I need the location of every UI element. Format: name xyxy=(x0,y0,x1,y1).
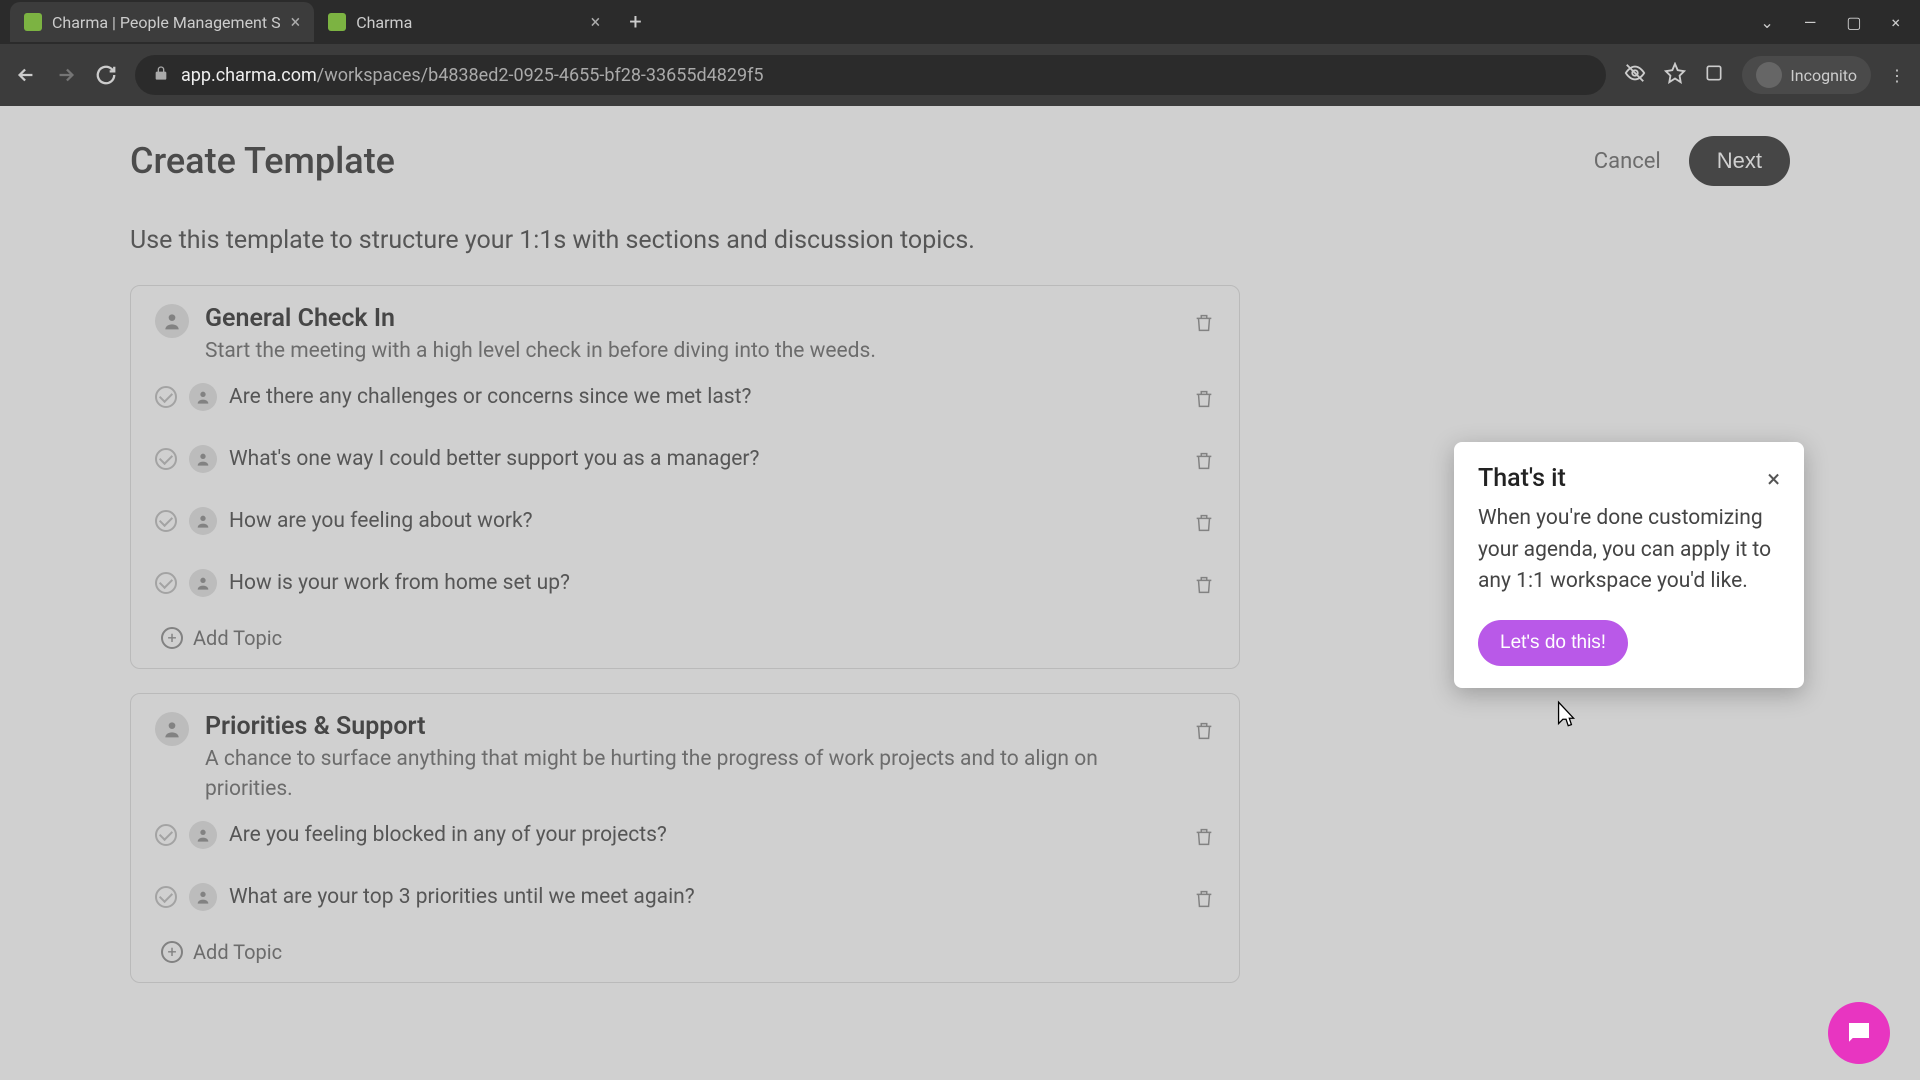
back-icon[interactable] xyxy=(15,64,37,86)
lets-do-this-button[interactable]: Let's do this! xyxy=(1478,620,1628,666)
address-bar: app.charma.com/workspaces/b4838ed2-0925-… xyxy=(0,44,1920,106)
maximize-icon[interactable]: ▢ xyxy=(1846,13,1861,32)
forward-icon[interactable] xyxy=(55,64,77,86)
close-icon[interactable]: × xyxy=(291,12,301,33)
favicon-icon xyxy=(328,13,346,31)
incognito-label: Incognito xyxy=(1790,66,1857,85)
browser-chrome: Charma | People Management S × Charma × … xyxy=(0,0,1920,106)
close-icon[interactable]: × xyxy=(1767,465,1780,493)
chat-fab-button[interactable] xyxy=(1828,1002,1890,1064)
tab-bar: Charma | People Management S × Charma × … xyxy=(0,0,1920,44)
tab-title: Charma xyxy=(356,13,412,32)
popover-body: When you're done customizing your agenda… xyxy=(1478,503,1780,598)
reload-icon[interactable] xyxy=(95,64,117,86)
close-icon[interactable]: × xyxy=(591,12,601,33)
browser-tab-0[interactable]: Charma | People Management S × xyxy=(10,2,314,42)
lock-icon xyxy=(153,65,169,86)
menu-icon[interactable]: ⋮ xyxy=(1889,66,1905,85)
window-controls: ⌄ — ▢ × xyxy=(1760,13,1920,32)
incognito-badge[interactable]: Incognito xyxy=(1742,56,1871,94)
popover-title: That's it xyxy=(1478,464,1566,493)
page: Create Template Cancel Next Use this tem… xyxy=(0,106,1920,1080)
new-tab-button[interactable]: + xyxy=(614,10,656,35)
onboarding-popover: That's it × When you're done customizing… xyxy=(1454,442,1804,688)
url-host: app.charma.com xyxy=(181,65,317,86)
url-field[interactable]: app.charma.com/workspaces/b4838ed2-0925-… xyxy=(135,55,1606,95)
eye-off-icon[interactable] xyxy=(1624,62,1646,88)
incognito-icon xyxy=(1756,62,1782,88)
minimize-icon[interactable]: — xyxy=(1804,13,1817,32)
tab-title: Charma | People Management S xyxy=(52,13,281,32)
tab-search-icon[interactable]: ⌄ xyxy=(1760,13,1773,32)
url-path: /workspaces/b4838ed2-0925-4655-bf28-3365… xyxy=(317,65,764,86)
star-icon[interactable] xyxy=(1664,62,1686,88)
extensions-icon[interactable] xyxy=(1704,63,1724,87)
browser-tab-1[interactable]: Charma × xyxy=(314,2,614,42)
favicon-icon xyxy=(24,13,42,31)
close-window-icon[interactable]: × xyxy=(1891,13,1900,32)
